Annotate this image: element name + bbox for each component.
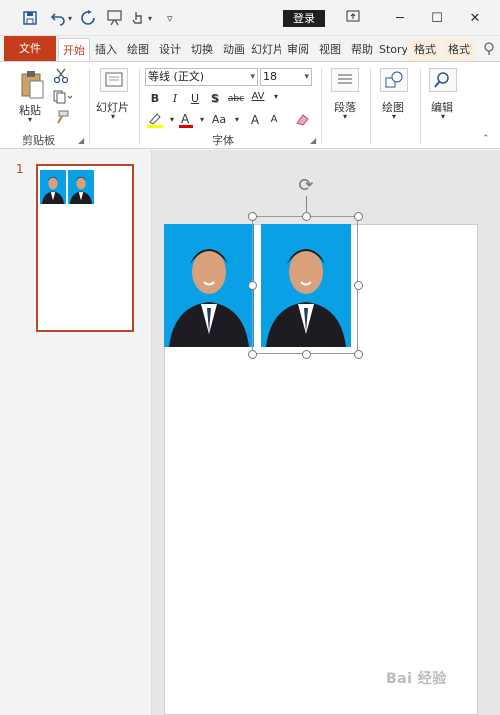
underline-button[interactable]: U (187, 91, 203, 107)
char-spacing-dropdown-icon[interactable]: ▾ (268, 89, 284, 105)
editing-group: 编辑 ▾ (421, 62, 471, 148)
touch-dropdown-icon[interactable]: ▾ (148, 10, 152, 28)
customize-qat-icon[interactable]: ▿ (167, 10, 173, 28)
shapes-icon[interactable] (380, 68, 408, 92)
resize-handle-ne[interactable] (354, 212, 363, 221)
paste-icon[interactable] (19, 70, 45, 103)
tab-review[interactable]: 审阅 (283, 38, 313, 61)
font-size-select[interactable]: 18 ▾ (260, 68, 312, 86)
highlight-icon[interactable] (146, 112, 164, 131)
drawing-dropdown-icon[interactable]: ▾ (392, 112, 396, 121)
resize-handle-e[interactable] (354, 281, 363, 290)
slides-group: 幻灯片 ▾ (90, 62, 138, 148)
change-case-button[interactable]: Aa (208, 112, 230, 128)
cut-icon[interactable] (53, 68, 69, 87)
presenter-icon[interactable] (106, 10, 124, 28)
tab-format-2[interactable]: 格式 (443, 38, 475, 61)
selection-box (252, 216, 358, 354)
tab-format-1[interactable]: 格式 (409, 38, 441, 61)
strikethrough-button[interactable]: abc (226, 91, 246, 107)
tab-home[interactable]: 开始 (58, 38, 90, 61)
grow-font-button[interactable]: A (247, 112, 263, 128)
collapse-ribbon-icon[interactable]: ⌃ (482, 134, 490, 144)
chevron-down-icon: ▾ (250, 72, 255, 82)
save-icon[interactable] (22, 10, 38, 28)
paragraph-icon[interactable] (331, 68, 359, 92)
rotate-handle-icon[interactable]: ⟳ (296, 176, 316, 196)
tab-story[interactable]: Story (379, 38, 407, 61)
paste-dropdown-icon[interactable]: ▾ (28, 115, 32, 124)
ribbon-home: 粘贴 ▾ 剪贴板 ◢ 幻灯片 ▾ 等线 (正文) ▾ 18 ▾ B I U S … (0, 61, 500, 149)
copy-icon[interactable] (53, 90, 73, 107)
tab-animations[interactable]: 动画 (219, 38, 249, 61)
resize-handle-sw[interactable] (248, 350, 257, 359)
login-button[interactable]: 登录 (283, 10, 325, 27)
clipboard-launcher-icon[interactable]: ◢ (78, 136, 84, 145)
clipboard-group-label: 剪贴板 (22, 134, 55, 147)
tab-transitions[interactable]: 切换 (187, 38, 217, 61)
new-slide-icon[interactable] (100, 68, 128, 92)
title-bar: ▾ ▾ ▿ 登录 ─ ☐ ✕ (0, 0, 500, 36)
font-launcher-icon[interactable]: ◢ (310, 136, 316, 145)
shrink-font-button[interactable]: A (266, 112, 282, 128)
italic-button[interactable]: I (167, 91, 183, 107)
tell-me-icon[interactable] (480, 38, 498, 61)
editing-dropdown-icon[interactable]: ▾ (441, 112, 445, 121)
format-painter-icon[interactable] (53, 110, 69, 127)
touch-mode-icon[interactable] (131, 10, 145, 28)
svg-text:A: A (181, 112, 190, 126)
font-name-select[interactable]: 等线 (正文) ▾ (145, 68, 258, 86)
slide-thumbnail[interactable] (36, 164, 134, 332)
resize-handle-nw[interactable] (248, 212, 257, 221)
undo-dropdown-icon[interactable]: ▾ (68, 10, 72, 28)
maximize-button[interactable]: ☐ (427, 9, 447, 29)
resize-handle-se[interactable] (354, 350, 363, 359)
minimize-button[interactable]: ─ (390, 9, 410, 29)
tab-file[interactable]: 文件 (4, 36, 56, 61)
clear-formatting-icon[interactable] (294, 112, 310, 131)
change-case-dropdown-icon[interactable]: ▾ (229, 112, 245, 128)
ribbon-tabs: 文件 开始 插入 绘图 设计 切换 动画 幻灯片 审阅 视图 帮助 Story … (0, 36, 500, 61)
resize-handle-n[interactable] (302, 212, 311, 221)
font-name-value: 等线 (正文) (148, 70, 205, 83)
thumbnail-photo (40, 170, 66, 204)
close-button[interactable]: ✕ (465, 9, 485, 29)
font-color-icon[interactable]: A (178, 111, 194, 132)
resize-handle-w[interactable] (248, 281, 257, 290)
new-slide-dropdown-icon[interactable]: ▾ (111, 112, 115, 121)
chevron-down-icon: ▾ (304, 72, 309, 82)
slide-number: 1 (16, 162, 24, 176)
tab-insert[interactable]: 插入 (91, 38, 121, 61)
photo-1[interactable] (164, 224, 254, 347)
font-group-label: 字体 (212, 134, 234, 147)
tab-help[interactable]: 帮助 (347, 38, 377, 61)
drawing-group: 绘图 ▾ (371, 62, 421, 148)
tab-draw[interactable]: 绘图 (123, 38, 153, 61)
tab-view[interactable]: 视图 (315, 38, 345, 61)
shadow-button[interactable]: S (207, 91, 223, 107)
bold-button[interactable]: B (147, 91, 163, 107)
powerpoint-window: ▾ ▾ ▿ 登录 ─ ☐ ✕ 文件 开始 插入 绘图 设计 切换 动画 幻灯片 … (0, 0, 500, 715)
clipboard-group: 粘贴 ▾ 剪贴板 ◢ (0, 62, 88, 148)
redo-icon[interactable] (80, 10, 96, 28)
paragraph-dropdown-icon[interactable]: ▾ (343, 112, 347, 121)
font-group: 等线 (正文) ▾ 18 ▾ B I U S abc AV ▾ ▾ A ▾ Aa… (140, 62, 320, 148)
char-spacing-button[interactable]: AV (247, 89, 269, 105)
tab-slideshow[interactable]: 幻灯片 (251, 38, 281, 61)
paragraph-group: 段落 ▾ (322, 62, 370, 148)
tab-design[interactable]: 设计 (155, 38, 185, 61)
find-icon[interactable] (429, 68, 457, 92)
watermark: Bai 经验 (386, 671, 447, 687)
font-size-value: 18 (263, 70, 277, 83)
thumbnail-photo (68, 170, 94, 204)
resize-handle-s[interactable] (302, 350, 311, 359)
ribbon-display-icon[interactable] (343, 9, 363, 29)
undo-icon[interactable] (50, 10, 66, 28)
